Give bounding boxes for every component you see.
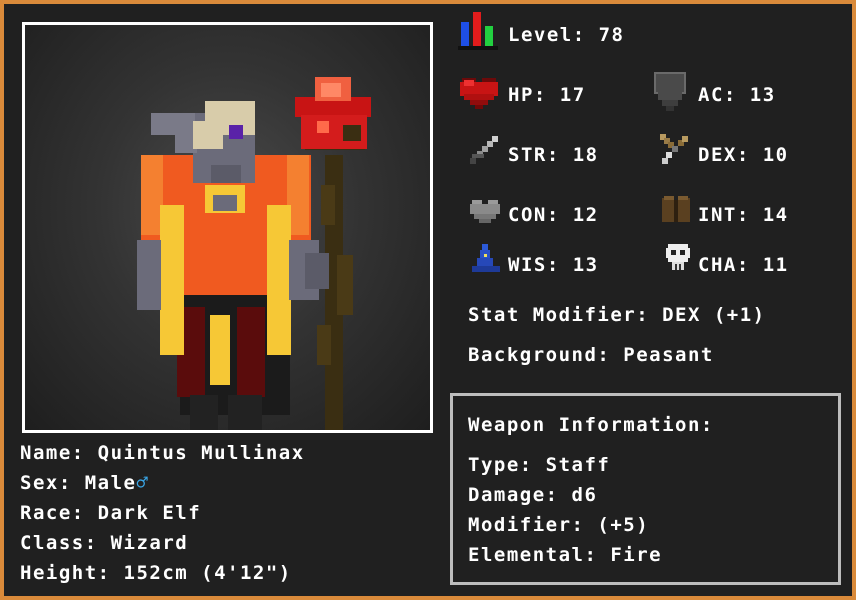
- weapon-elemental: Elemental: Fire: [468, 544, 663, 566]
- int-label: INT: 14: [698, 204, 789, 226]
- level-label: Level: 78: [508, 24, 625, 46]
- cha-label: CHA: 11: [698, 254, 789, 276]
- con-label: CON: 12: [508, 204, 599, 226]
- character-height: Height: 152cm (4'12"): [20, 562, 292, 584]
- character-name: Name: Quintus Mullinax: [20, 442, 305, 464]
- character-race: Race: Dark Elf: [20, 502, 202, 524]
- ac-label: AC: 13: [698, 84, 776, 106]
- str-label: STR: 18: [508, 144, 599, 166]
- character-sex: Sex: Male♂: [20, 472, 149, 494]
- hp-label: HP: 17: [508, 84, 586, 106]
- background: Background: Peasant: [468, 344, 714, 366]
- sword-icon: [470, 136, 498, 164]
- skull-icon: [666, 244, 690, 270]
- shield-icon: [654, 72, 686, 111]
- sex-label: Sex: Male: [20, 472, 137, 494]
- weapon-modifier: Modifier: (+5): [468, 514, 650, 536]
- character-portrait: [22, 22, 433, 433]
- stat-modifier: Stat Modifier: DEX (+1): [468, 304, 766, 326]
- character-sheet: Name: Quintus Mullinax Sex: Male♂ Race: …: [0, 0, 856, 600]
- male-icon: ♂: [136, 472, 150, 494]
- bar-chart-icon: [458, 12, 498, 50]
- character-class: Class: Wizard: [20, 532, 189, 554]
- heart-icon: [460, 78, 498, 109]
- dex-label: DEX: 10: [698, 144, 789, 166]
- weapon-damage: Damage: d6: [468, 484, 598, 506]
- weapon-type: Type: Staff: [468, 454, 611, 476]
- wis-label: WIS: 13: [508, 254, 599, 276]
- book-icon: [662, 196, 690, 222]
- grey-heart-icon: [470, 200, 500, 223]
- weapon-title: Weapon Information:: [468, 414, 714, 436]
- wizard-hat-icon: [472, 244, 500, 272]
- bow-icon: [660, 134, 688, 164]
